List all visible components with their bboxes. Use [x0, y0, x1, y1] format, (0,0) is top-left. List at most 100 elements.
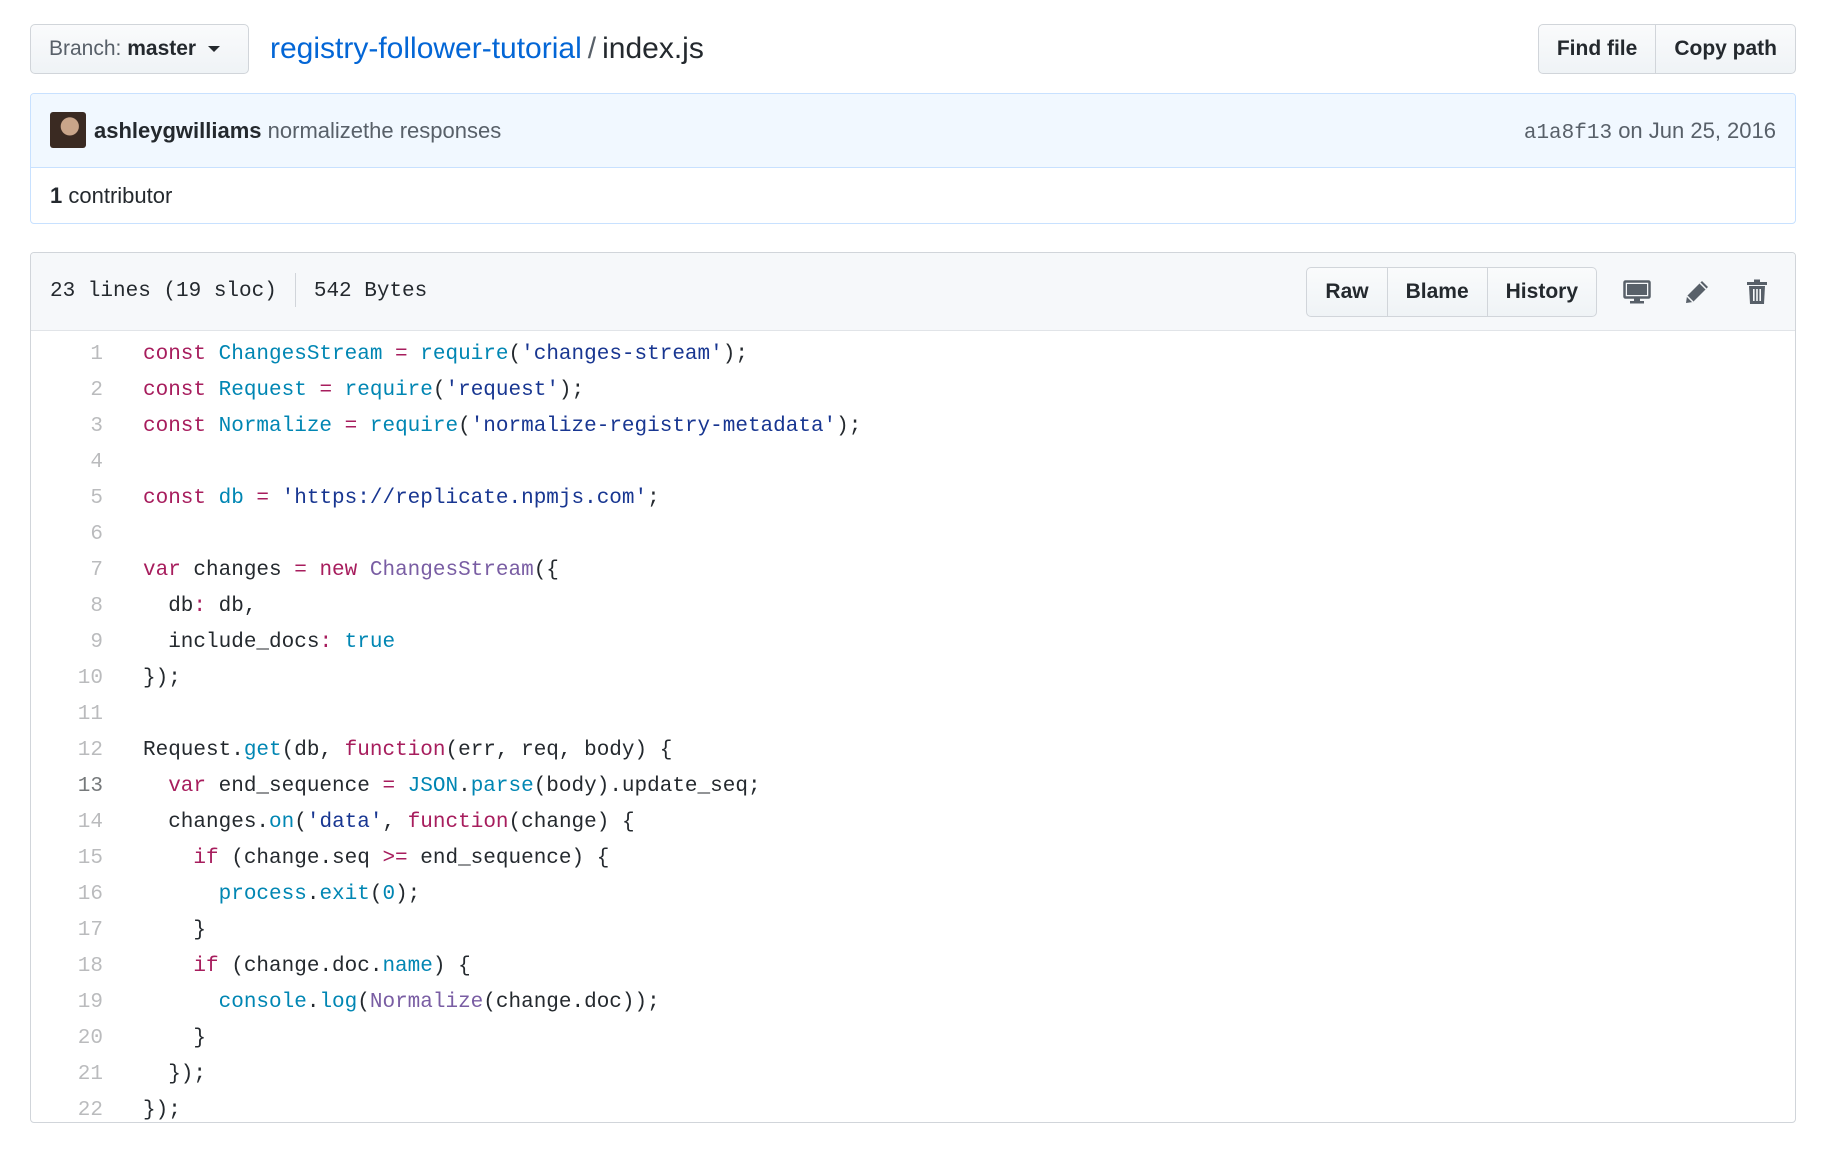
code-line: 21 }); — [31, 1057, 1795, 1093]
line-number[interactable]: 20 — [31, 1021, 135, 1057]
code-text: const db = 'https://replicate.npmjs.com'… — [135, 481, 660, 517]
commit-author-link[interactable]: ashleygwilliams — [94, 118, 262, 143]
code-token: : — [319, 631, 333, 654]
history-button[interactable]: History — [1487, 267, 1597, 317]
code-token: require — [407, 343, 509, 366]
line-number[interactable]: 2 — [31, 373, 135, 409]
line-number[interactable]: 1 — [31, 337, 135, 373]
code-text: changes.on('data', function(change) { — [135, 805, 635, 841]
code-text: }); — [135, 1093, 181, 1122]
code-token: end_sequence — [206, 775, 383, 798]
line-number[interactable]: 16 — [31, 877, 135, 913]
code-token: ChangesStream — [206, 343, 383, 366]
line-number[interactable]: 14 — [31, 805, 135, 841]
line-number[interactable]: 17 — [31, 913, 135, 949]
code-token: db — [206, 487, 244, 510]
code-token: (change.doc. — [218, 955, 383, 978]
code-token: (change) { — [508, 811, 635, 834]
code-line: 17 } — [31, 913, 1795, 949]
commit-sha-link[interactable]: a1a8f13 — [1524, 122, 1612, 145]
code-token: ( — [508, 343, 522, 366]
breadcrumb: registry-follower-tutorial / index.js — [270, 30, 704, 68]
file-nav-button-group: Find file Copy path — [1537, 24, 1796, 74]
code-token: } — [143, 1027, 207, 1050]
code-text: var changes = new ChangesStream({ — [135, 553, 559, 589]
line-number[interactable]: 9 — [31, 625, 135, 661]
raw-button[interactable]: Raw — [1306, 267, 1388, 317]
line-number[interactable]: 8 — [31, 589, 135, 625]
code-token: ( — [432, 379, 446, 402]
avatar[interactable] — [50, 112, 86, 149]
desktop-icon[interactable] — [1617, 267, 1657, 317]
commit-date: on Jun 25, 2016 — [1618, 118, 1776, 143]
code-token: changes. — [143, 811, 270, 834]
file-header: 23 lines (19 sloc) 542 Bytes Raw Blame Hi… — [31, 253, 1795, 331]
code-token: ) { — [432, 955, 471, 978]
line-number[interactable]: 18 — [31, 949, 135, 985]
line-number[interactable]: 10 — [31, 661, 135, 697]
code-token: . — [306, 991, 320, 1014]
code-token: Request. — [143, 739, 244, 762]
commit-meta: a1a8f13 on Jun 25, 2016 — [1524, 94, 1776, 171]
line-number[interactable]: 15 — [31, 841, 135, 877]
trash-icon[interactable] — [1737, 267, 1777, 317]
code-token: JSON — [395, 775, 459, 798]
breadcrumb-repo-link[interactable]: registry-follower-tutorial — [270, 32, 582, 65]
code-token: (err, req, body) { — [445, 739, 673, 762]
file-box: 23 lines (19 sloc) 542 Bytes Raw Blame Hi… — [30, 252, 1796, 1123]
code-line: 3 const Normalize = require('normalize-re… — [31, 409, 1795, 445]
code-token: require — [357, 415, 459, 438]
code-line: 5 const db = 'https://replicate.npmjs.com… — [31, 481, 1795, 517]
pencil-icon[interactable] — [1677, 267, 1717, 317]
code-token: var — [143, 775, 207, 798]
caret-down-icon — [207, 46, 220, 53]
code-line: 19 console.log(Normalize(change.doc)); — [31, 985, 1795, 1021]
contributors-summary[interactable]: 1 contributor — [31, 168, 1795, 223]
code-token: ({ — [533, 559, 559, 582]
line-number[interactable]: 5 — [31, 481, 135, 517]
line-number[interactable]: 6 — [31, 517, 135, 553]
code-line: 12 Request.get(db, function(err, req, bod… — [31, 733, 1795, 769]
code-line: 18 if (change.doc.name) { — [31, 949, 1795, 985]
code-token: function — [344, 739, 446, 762]
code-token: } — [143, 919, 207, 942]
code-text: db: db, — [135, 589, 256, 625]
copy-path-button[interactable]: Copy path — [1656, 24, 1796, 74]
code-text: } — [135, 913, 206, 949]
line-number[interactable]: 19 — [31, 985, 135, 1021]
line-number[interactable]: 11 — [31, 697, 135, 733]
commit-message-link[interactable]: normalizethe responses — [268, 118, 502, 143]
line-number[interactable]: 4 — [31, 445, 135, 481]
code-text: if (change.seq >= end_sequence) { — [135, 841, 609, 877]
line-number[interactable]: 13 — [31, 769, 135, 805]
code-view: 1 const ChangesStream = require('changes-… — [31, 331, 1795, 1122]
commit-box: ashleygwilliams normalizethe responses a… — [30, 93, 1796, 224]
code-token: ); — [395, 883, 421, 906]
code-token: parse — [470, 775, 534, 798]
code-token: Normalize — [369, 991, 484, 1014]
code-line: 14 changes.on('data', function(change) { — [31, 805, 1795, 841]
code-text: } — [135, 1021, 206, 1057]
code-token: >= — [382, 847, 408, 870]
code-text: console.log(Normalize(change.doc)); — [135, 985, 660, 1021]
code-line: 1 const ChangesStream = require('changes-… — [31, 337, 1795, 373]
code-line: 16 process.exit(0); — [31, 877, 1795, 913]
line-number[interactable]: 22 — [31, 1093, 135, 1122]
line-number[interactable]: 7 — [31, 553, 135, 589]
find-file-button[interactable]: Find file — [1537, 24, 1657, 74]
code-token: ( — [357, 991, 370, 1014]
code-token: = — [382, 343, 408, 366]
code-text: const Request = require('request'); — [135, 373, 584, 409]
code-token: ChangesStream — [357, 559, 534, 582]
line-number[interactable]: 3 — [31, 409, 135, 445]
branch-select-button[interactable]: Branch: master — [30, 24, 249, 74]
blame-button[interactable]: Blame — [1387, 267, 1488, 317]
line-number[interactable]: 12 — [31, 733, 135, 769]
file-size: 542 Bytes — [313, 280, 428, 303]
code-token: = — [332, 415, 358, 438]
file-view-button-group: Raw Blame History — [1306, 267, 1597, 317]
code-token: (change.seq — [218, 847, 383, 870]
line-number[interactable]: 21 — [31, 1057, 135, 1093]
